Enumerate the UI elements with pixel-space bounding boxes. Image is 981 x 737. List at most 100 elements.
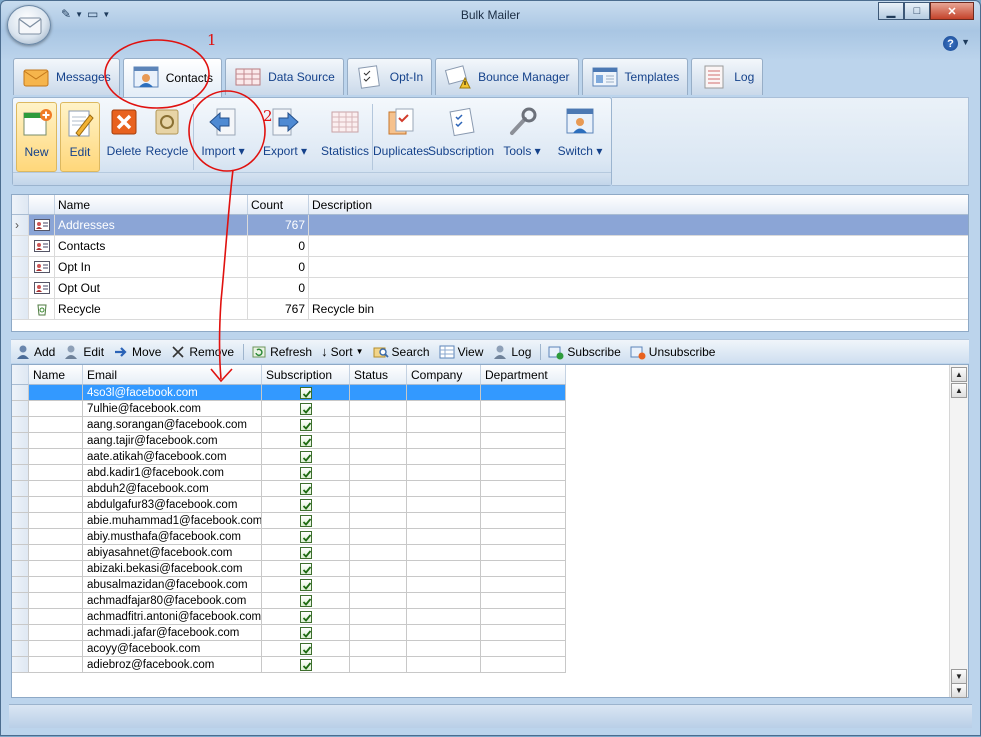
subscription-checkbox[interactable] (299, 642, 312, 655)
new-button[interactable]: New (16, 102, 57, 172)
scroll-top-button[interactable]: ▲ (951, 367, 967, 382)
contact-row[interactable]: achmadi.jafar@facebook.com (12, 625, 566, 641)
edit-contact-button[interactable]: Edit (64, 344, 104, 360)
contact-row[interactable]: 4so3l@facebook.com (12, 385, 566, 401)
subscription-checkbox[interactable] (299, 578, 312, 591)
row-selector[interactable] (12, 593, 29, 609)
scroll-bottom-button[interactable]: ▼ (951, 683, 967, 698)
subscription-checkbox[interactable] (299, 514, 312, 527)
subscription-checkbox[interactable] (299, 562, 312, 575)
contact-row[interactable]: abusalmazidan@facebook.com (12, 577, 566, 593)
search-button[interactable]: Search (373, 344, 430, 360)
tools-button[interactable]: Tools ▾ (499, 102, 545, 172)
close-button[interactable]: ✕ (930, 2, 974, 20)
app-menu-button[interactable] (7, 5, 51, 45)
contact-row[interactable]: abie.muhammad1@facebook.com (12, 513, 566, 529)
group-row[interactable]: › Addresses 767 (12, 215, 968, 236)
subscription-checkbox[interactable] (299, 434, 312, 447)
subscription-checkbox[interactable] (299, 594, 312, 607)
contact-row[interactable]: 7ulhie@facebook.com (12, 401, 566, 417)
subscription-checkbox[interactable] (299, 402, 312, 415)
move-button[interactable]: Move (113, 344, 161, 360)
tab-opt-in[interactable]: Opt-In (346, 58, 433, 95)
switch-button[interactable]: Switch ▾ (555, 102, 605, 172)
contact-row[interactable]: aate.atikah@facebook.com (12, 449, 566, 465)
subscription-checkbox[interactable] (299, 658, 312, 671)
row-selector[interactable] (12, 401, 29, 417)
row-selector[interactable] (12, 385, 29, 401)
subscription-checkbox[interactable] (299, 386, 312, 399)
column-header-department[interactable]: Department (481, 365, 566, 385)
column-header-email[interactable]: Email (83, 365, 262, 385)
row-selector[interactable] (12, 609, 29, 625)
recycle-button[interactable]: Recycle (146, 102, 188, 172)
subscription-checkbox[interactable] (299, 482, 312, 495)
group-row[interactable]: Recycle 767 Recycle bin (12, 299, 968, 320)
minimize-button[interactable]: ▁ (878, 2, 904, 20)
vertical-scrollbar[interactable]: ▲ ▲ ▼ ▼ (949, 365, 968, 698)
subscription-checkbox[interactable] (299, 418, 312, 431)
row-selector[interactable] (12, 417, 29, 433)
tab-log[interactable]: Log (691, 58, 764, 95)
row-selector[interactable] (12, 433, 29, 449)
subscription-button[interactable]: Subscription (428, 102, 494, 172)
refresh-button[interactable]: Refresh (251, 344, 312, 360)
row-selector[interactable] (12, 465, 29, 481)
row-selector[interactable] (12, 641, 29, 657)
tab-contacts[interactable]: Contacts (122, 58, 223, 97)
subscription-checkbox[interactable] (299, 610, 312, 623)
contact-row[interactable]: acoyy@facebook.com (12, 641, 566, 657)
contact-row[interactable]: aang.tajir@facebook.com (12, 433, 566, 449)
view-button[interactable]: View (439, 344, 483, 360)
column-header-description[interactable]: Description (309, 195, 968, 214)
tab-templates[interactable]: Templates (581, 58, 689, 95)
row-selector[interactable] (12, 529, 29, 545)
subscription-checkbox[interactable] (299, 530, 312, 543)
contact-row[interactable]: aang.sorangan@facebook.com (12, 417, 566, 433)
column-header-name[interactable]: Name (29, 365, 83, 385)
row-selector[interactable] (12, 497, 29, 513)
row-selector[interactable] (12, 625, 29, 641)
contact-row[interactable]: abizaki.bekasi@facebook.com (12, 561, 566, 577)
sort-button[interactable]: ↓ Sort ▼ (321, 344, 363, 359)
log-button[interactable]: Log (492, 344, 531, 360)
group-row[interactable]: Opt Out 0 (12, 278, 968, 299)
contact-row[interactable]: abdulgafur83@facebook.com (12, 497, 566, 513)
scroll-down-button[interactable]: ▼ (951, 669, 967, 684)
delete-button[interactable]: Delete (104, 102, 144, 172)
statistics-button[interactable]: Statistics (321, 102, 369, 172)
tab-messages[interactable]: Messages (13, 58, 120, 95)
group-row[interactable]: Opt In 0 (12, 257, 968, 278)
row-selector[interactable] (12, 481, 29, 497)
maximize-button[interactable]: □ (904, 2, 930, 20)
scroll-up-button[interactable]: ▲ (951, 383, 967, 398)
edit-button[interactable]: Edit (60, 102, 100, 172)
contact-row[interactable]: achmadfitri.antoni@facebook.com (12, 609, 566, 625)
subscription-checkbox[interactable] (299, 498, 312, 511)
tab-bounce-manager[interactable]: Bounce Manager (435, 58, 579, 95)
unsubscribe-button[interactable]: Unsubscribe (630, 344, 715, 360)
chevron-down-icon[interactable]: ▼ (961, 37, 970, 47)
row-selector[interactable] (12, 657, 29, 673)
subscription-checkbox[interactable] (299, 546, 312, 559)
group-row[interactable]: Contacts 0 (12, 236, 968, 257)
column-header-count[interactable]: Count (248, 195, 309, 214)
subscription-checkbox[interactable] (299, 466, 312, 479)
contact-row[interactable]: adiebroz@facebook.com (12, 657, 566, 673)
row-selector[interactable] (12, 545, 29, 561)
subscription-checkbox[interactable] (299, 450, 312, 463)
row-selector[interactable] (12, 449, 29, 465)
row-selector[interactable] (12, 561, 29, 577)
contact-row[interactable]: achmadfajar80@facebook.com (12, 593, 566, 609)
help-icon[interactable]: ? (943, 36, 958, 51)
contact-row[interactable]: abiyasahnet@facebook.com (12, 545, 566, 561)
contact-row[interactable]: abiy.musthafa@facebook.com (12, 529, 566, 545)
column-header-status[interactable]: Status (350, 365, 407, 385)
contact-row[interactable]: abduh2@facebook.com (12, 481, 566, 497)
remove-button[interactable]: Remove (170, 344, 234, 360)
add-button[interactable]: Add (15, 344, 55, 360)
contact-row[interactable]: abd.kadir1@facebook.com (12, 465, 566, 481)
column-header-company[interactable]: Company (407, 365, 481, 385)
column-header-name[interactable]: Name (55, 195, 248, 214)
tab-data-source[interactable]: Data Source (225, 58, 344, 95)
